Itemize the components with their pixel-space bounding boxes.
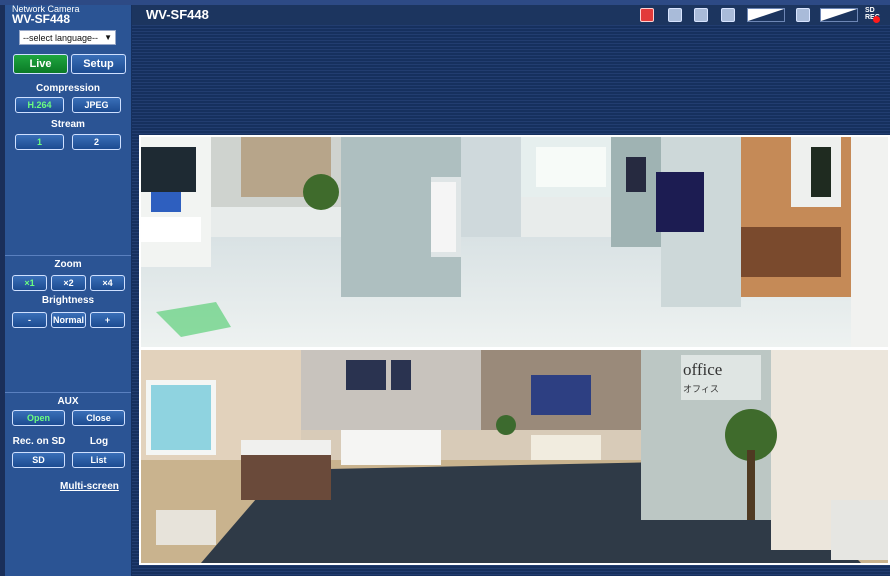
language-select-value: --select language--	[23, 33, 99, 43]
stream-title: Stream	[51, 119, 85, 130]
snapshot-fullscreen-icon[interactable]	[668, 8, 682, 22]
brand: Network Camera WV-SF448	[12, 4, 80, 26]
stream-1-button[interactable]: 1	[15, 134, 64, 150]
aux-title: AUX	[57, 396, 79, 407]
stream-2-button[interactable]: 2	[72, 134, 121, 150]
compression-title: Compression	[36, 83, 100, 94]
language-select[interactable]: --select language-- ▼	[19, 30, 116, 45]
speaker-volume-slider[interactable]	[747, 8, 785, 22]
zoom-title: Zoom	[54, 259, 82, 270]
rec-on-sd-title: Rec. on SD	[12, 436, 66, 447]
aux-close-button[interactable]: Close	[72, 410, 125, 426]
multi-screen-link[interactable]: Multi-screen	[60, 481, 119, 492]
rec-indicator	[873, 16, 880, 23]
divider	[5, 392, 131, 393]
speaker-icon[interactable]	[721, 8, 735, 22]
log-title: Log	[89, 436, 109, 447]
panorama-lower: office オフィス	[141, 350, 888, 563]
chevron-down-icon: ▼	[104, 33, 112, 42]
zoom-x1-button[interactable]: ×1	[12, 275, 47, 291]
brightness-minus-button[interactable]: -	[12, 312, 47, 328]
office-sign-text: office	[683, 360, 722, 379]
log-list-button[interactable]: List	[72, 452, 125, 468]
setup-button[interactable]: Setup	[71, 54, 126, 74]
office-sign-kana: オフィス	[683, 384, 719, 395]
brightness-normal-button[interactable]: Normal	[51, 312, 86, 328]
live-video-frame[interactable]: office オフィス	[139, 135, 890, 565]
zoom-x2-button[interactable]: ×2	[51, 275, 86, 291]
mic-volume-slider[interactable]	[820, 8, 858, 22]
mic-mute-icon[interactable]	[796, 8, 810, 22]
page-title: WV-SF448	[146, 7, 209, 22]
live-button[interactable]: Live	[13, 54, 68, 74]
h264-button[interactable]: H.264	[15, 97, 64, 113]
sd-button[interactable]: SD	[12, 452, 65, 468]
zoom-x4-button[interactable]: ×4	[90, 275, 125, 291]
camera-snapshot-icon[interactable]	[694, 8, 708, 22]
jpeg-button[interactable]: JPEG	[72, 97, 121, 113]
panorama-upper	[141, 137, 888, 347]
sd-record-icon[interactable]	[640, 8, 654, 22]
brightness-title: Brightness	[41, 295, 95, 306]
aux-open-button[interactable]: Open	[12, 410, 65, 426]
brand-model: WV-SF448	[12, 12, 71, 26]
brightness-plus-button[interactable]: +	[90, 312, 125, 328]
divider	[5, 255, 131, 256]
